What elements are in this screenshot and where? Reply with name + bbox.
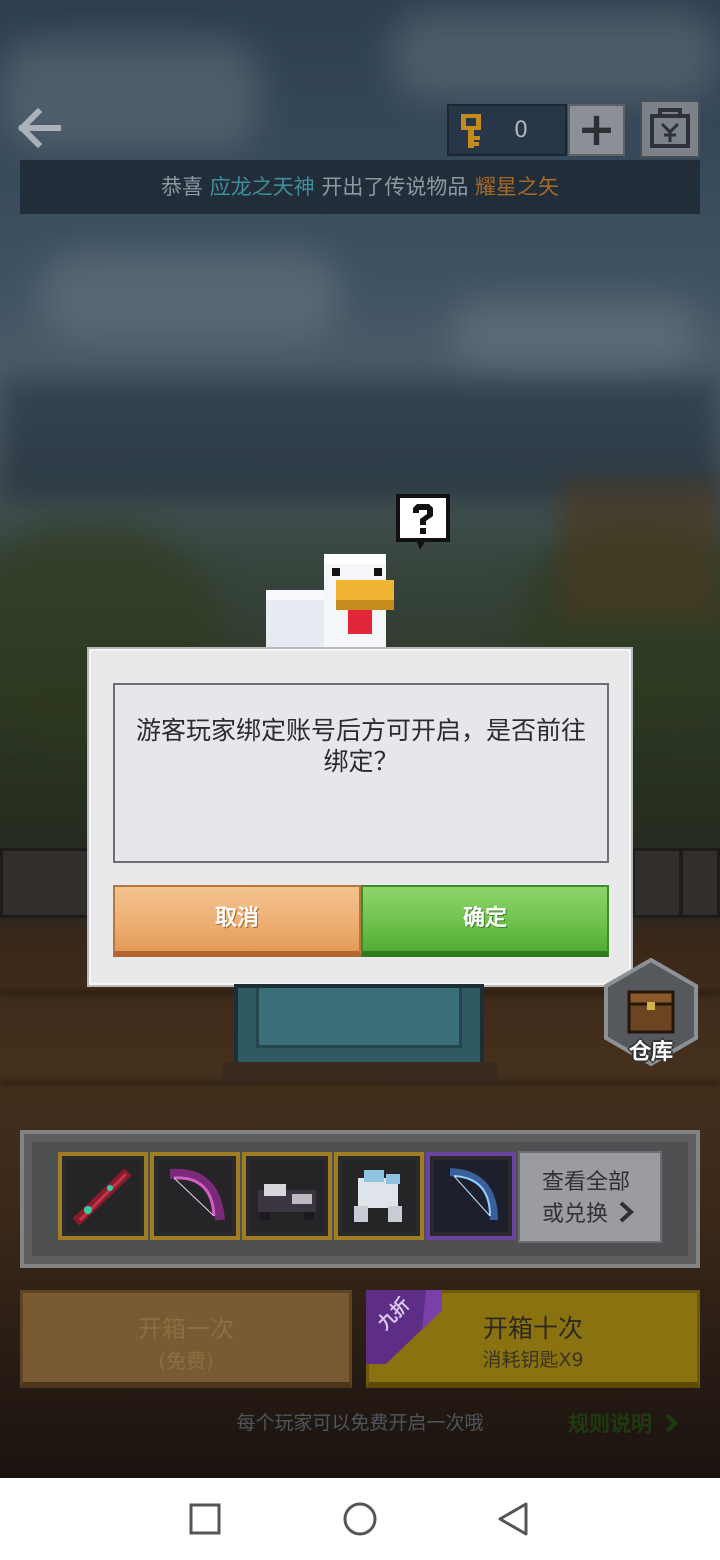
treasure-chest[interactable] [234, 984, 484, 1066]
home-icon[interactable] [335, 1496, 385, 1542]
open-once-button[interactable]: 开箱一次 (免费) [20, 1290, 352, 1388]
announcement-text: 恭喜 应龙之天神 开出了传说物品 耀星之矢 [20, 160, 700, 214]
question-bubble-icon [396, 494, 450, 550]
system-navigation-bar [0, 1478, 720, 1560]
view-all-line1: 查看全部 [542, 1170, 631, 1195]
warehouse-label: 仓库 [628, 1040, 673, 1065]
banner-middle: 开出了传说物品 [321, 175, 469, 199]
add-keys-button[interactable]: + [568, 104, 625, 156]
pink-bow-icon [158, 1160, 232, 1232]
cancel-button[interactable]: 取消 [113, 885, 361, 957]
confirm-button[interactable]: 确定 [361, 885, 609, 957]
announcement-banner: 恭喜 应龙之天神 开出了传说物品 耀星之矢 [20, 160, 700, 214]
dialog-message: 游客玩家绑定账号后方可开启，是否前往绑定？ [135, 716, 586, 776]
view-all-line2: 或兑换 [542, 1202, 609, 1227]
rules-link[interactable]: 规则说明 [568, 1408, 708, 1438]
open-once-subtitle: (免费) [158, 1349, 214, 1373]
chevron-right-icon [619, 1201, 634, 1223]
warehouse-button[interactable]: 仓库 [602, 957, 700, 1070]
banner-item-name: 耀星之矢 [475, 175, 560, 199]
rules-link-label: 规则说明 [568, 1412, 652, 1436]
view-all-exchange-button[interactable]: 查看全部 或兑换 [518, 1151, 662, 1243]
key-count: 0 [514, 118, 528, 143]
shop-icon [650, 108, 690, 148]
free-open-note: 每个玩家可以免费开启一次哦 [236, 1412, 484, 1434]
back-arrow-icon[interactable] [17, 107, 66, 156]
key-icon [461, 114, 481, 148]
blue-bow-icon [434, 1160, 508, 1232]
reward-item-2[interactable] [150, 1152, 240, 1240]
back-icon[interactable] [488, 1496, 538, 1542]
key-counter: 0 [447, 104, 567, 156]
recent-apps-icon[interactable] [180, 1496, 230, 1542]
reward-item-3[interactable] [242, 1152, 332, 1240]
dialog-message-box: 游客玩家绑定账号后方可开启，是否前往绑定？ [113, 683, 609, 863]
red-staff-icon [66, 1160, 140, 1232]
reward-item-4[interactable] [334, 1152, 424, 1240]
reward-item-5[interactable] [426, 1152, 516, 1240]
bind-account-dialog: 游客玩家绑定账号后方可开启，是否前往绑定？ 取消 确定 [87, 647, 633, 987]
chest-stand [222, 1062, 498, 1082]
white-mech-icon [342, 1160, 416, 1232]
banner-player-name: 应龙之天神 [209, 175, 315, 199]
dark-mount-icon [250, 1160, 324, 1232]
shop-button[interactable] [640, 100, 700, 158]
reward-item-1[interactable] [58, 1152, 148, 1240]
banner-prefix: 恭喜 [160, 175, 203, 199]
chicken-character [266, 554, 394, 658]
plus-icon: + [577, 102, 616, 156]
open-once-title: 开箱一次 [138, 1315, 234, 1343]
chevron-right-icon [665, 1413, 678, 1433]
